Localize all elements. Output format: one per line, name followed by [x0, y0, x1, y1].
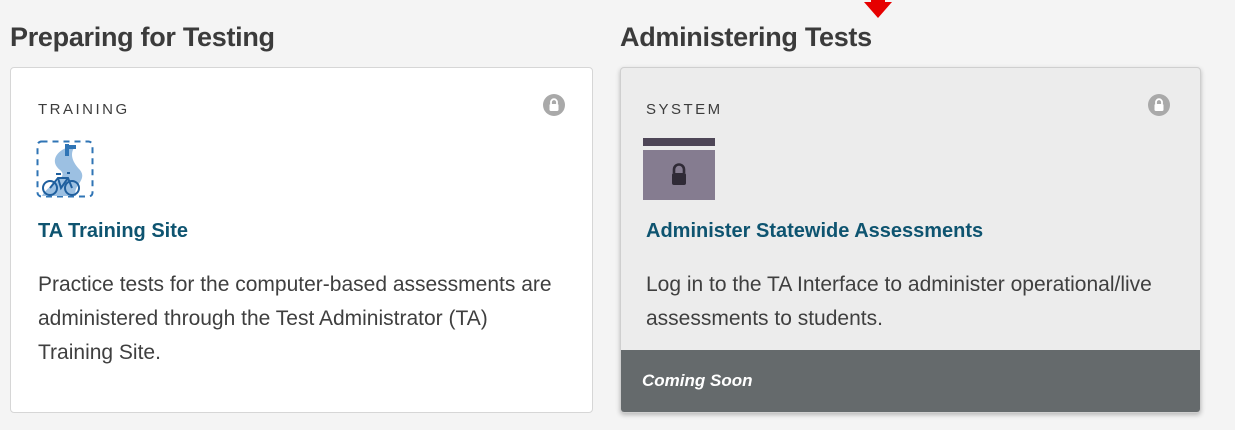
red-arrow-indicator-icon: [864, 0, 892, 18]
administer-assessments-description: Log in to the TA Interface to administer…: [646, 273, 1152, 330]
administer-assessments-card[interactable]: SYSTEM Administer Statewide Assessments …: [620, 67, 1201, 413]
bicycle-path-icon: [36, 140, 94, 198]
card-category-training: TRAINING: [38, 101, 130, 118]
section-title-preparing: Preparing for Testing: [10, 22, 275, 52]
section-title-administering: Administering Tests: [620, 22, 872, 52]
ta-training-description: Practice tests for the computer-based as…: [38, 273, 552, 364]
locked-window-icon: [643, 138, 715, 200]
coming-soon-label: Coming Soon: [642, 371, 753, 390]
ta-training-card[interactable]: TRAINING TA Training Site Practice tests…: [10, 67, 593, 413]
card-category-system: SYSTEM: [646, 101, 723, 118]
lock-icon: [543, 94, 565, 116]
ta-training-site-link[interactable]: TA Training Site: [38, 220, 188, 243]
administer-statewide-assessments-link[interactable]: Administer Statewide Assessments: [646, 220, 983, 243]
coming-soon-banner: Coming Soon: [621, 350, 1200, 412]
lock-icon: [1148, 94, 1170, 116]
